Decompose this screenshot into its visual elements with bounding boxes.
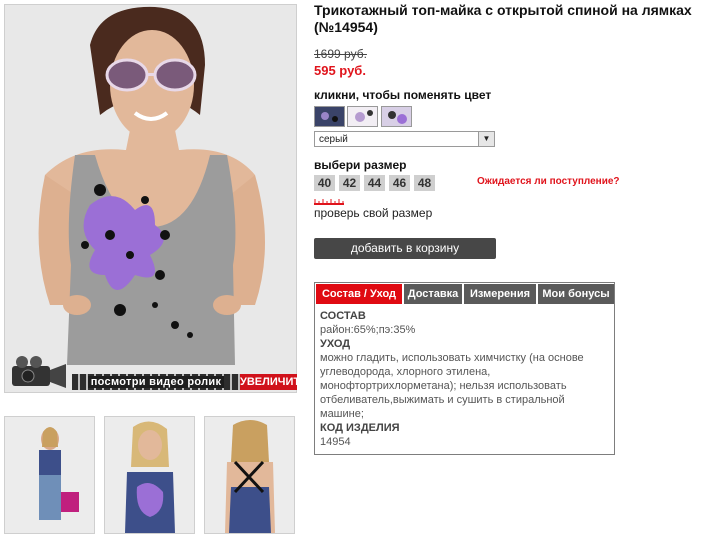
tab-measurements[interactable]: Измерения: [464, 284, 536, 304]
color-select[interactable]: серый ▼: [314, 131, 495, 147]
chevron-down-icon[interactable]: ▼: [478, 132, 494, 146]
composition-value: район:65%;пэ:35%: [320, 324, 416, 336]
size-option-44[interactable]: 44: [364, 175, 385, 191]
size-option-40[interactable]: 40: [314, 175, 335, 191]
old-price: 1699 руб.: [314, 47, 367, 61]
thumbnail-2[interactable]: [104, 416, 195, 534]
composition-heading: СОСТАВ: [320, 310, 366, 322]
tab-bonuses[interactable]: Мои бонусы: [538, 284, 614, 304]
main-product-photo[interactable]: [4, 4, 297, 393]
size-option-42[interactable]: 42: [339, 175, 360, 191]
code-heading: КОД ИЗДЕЛИЯ: [320, 422, 400, 434]
size-option-46[interactable]: 46: [389, 175, 410, 191]
availability-link[interactable]: Ожидается ли поступление?: [477, 176, 620, 187]
check-size-link[interactable]: проверь свой размер: [314, 206, 432, 220]
tab-composition[interactable]: Состав / Уход: [316, 284, 402, 304]
code-value: 14954: [320, 436, 351, 448]
care-heading: УХОД: [320, 338, 351, 350]
product-title: Трикотажный топ-майка с открытой спиной …: [314, 2, 692, 35]
thumbnail-1[interactable]: [4, 416, 95, 534]
care-text: можно гладить, использовать химчистку (н…: [320, 352, 584, 420]
color-label: кликни, чтобы поменять цвет: [314, 88, 492, 102]
ruler-icon: [314, 199, 344, 205]
add-to-cart-button[interactable]: добавить в корзину: [314, 238, 496, 259]
video-bar: посмотри видео ролик УВЕЛИЧИТЬ: [8, 356, 308, 390]
color-swatch-3[interactable]: [381, 106, 412, 127]
tab-delivery[interactable]: Доставка: [404, 284, 462, 304]
size-option-48[interactable]: 48: [414, 175, 435, 191]
thumbnail-3[interactable]: [204, 416, 295, 534]
tab-content: СОСТАВ район:65%;пэ:35% УХОД можно глади…: [320, 309, 605, 449]
video-label: посмотри видео ролик: [87, 376, 225, 388]
color-swatch-1[interactable]: [314, 106, 345, 127]
new-price: 595 руб.: [314, 63, 366, 78]
video-link[interactable]: посмотри видео ролик: [72, 374, 240, 390]
video-camera-icon[interactable]: [8, 356, 70, 392]
size-label: выбери размер: [314, 158, 407, 172]
info-tabs: Состав / Уход Доставка Измерения Мои бон…: [314, 282, 615, 455]
zoom-button[interactable]: УВЕЛИЧИТЬ: [240, 374, 308, 390]
color-select-value: серый: [319, 134, 348, 145]
color-swatch-2[interactable]: [347, 106, 378, 127]
